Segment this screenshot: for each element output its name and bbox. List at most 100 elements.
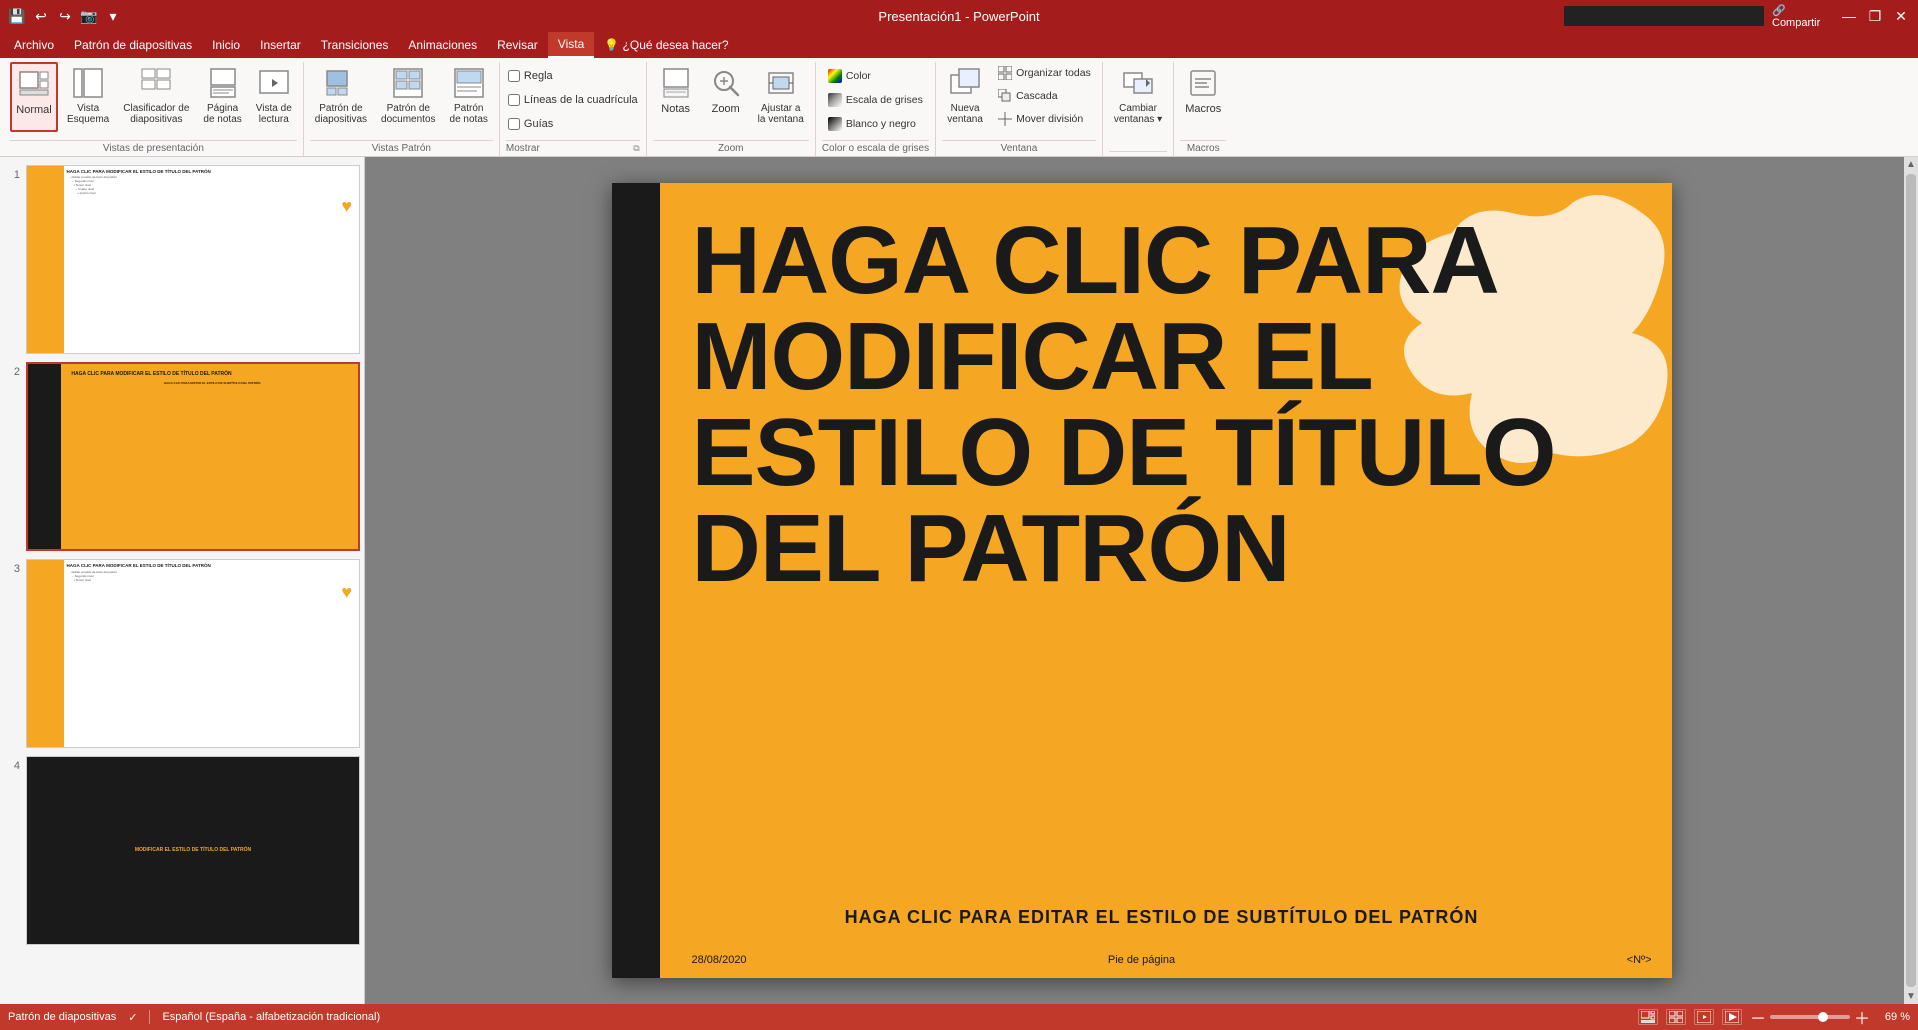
status-bar: Patrón de diapositivas ✓ Español (España… <box>0 1004 1918 1030</box>
ribbon-group-color: Color Escala de grises Blanco y negro Co… <box>816 62 936 156</box>
normal-view-button[interactable]: Normal <box>10 62 58 132</box>
menu-inicio[interactable]: Inicio <box>202 32 250 58</box>
redo-icon[interactable]: ↪ <box>56 7 74 25</box>
menu-transiciones[interactable]: Transiciones <box>311 32 399 58</box>
outline-view-icon <box>70 65 106 101</box>
slide-master-icon <box>323 65 359 101</box>
slide-3-thumbnail[interactable]: HAGA CLIC PARA MODIFICAR EL ESTILO DE TÍ… <box>26 559 360 748</box>
slideshow-status-btn[interactable] <box>1722 1009 1742 1025</box>
minimize-button[interactable]: — <box>1840 7 1858 25</box>
notes-btn[interactable]: Notas <box>653 62 699 132</box>
reading-view-button[interactable]: Vista delectura <box>251 62 297 132</box>
grayscale-btn[interactable]: Escala de grises <box>822 89 928 111</box>
notes-master-icon <box>451 65 487 101</box>
slide-2-thumbnail[interactable]: HAGA CLIC PARA MODIFICAR EL ESTILO DE TÍ… <box>26 362 360 552</box>
slide-master-button[interactable]: Patrón dediapositivas <box>310 62 372 132</box>
scroll-up-btn[interactable]: ▲ <box>1904 157 1918 172</box>
ribbon: Normal VistaEsquema <box>0 58 1918 157</box>
color-btn[interactable]: Color <box>822 65 882 87</box>
slide-main-subtitle[interactable]: HAGA CLIC PARA EDITAR EL ESTILO DE SUBTÍ… <box>692 907 1632 928</box>
screenshot-icon[interactable]: 📷 <box>80 7 98 25</box>
mostrar-label: Mostrar⧉ <box>506 140 640 154</box>
zoom-group-label: Zoom <box>653 140 809 154</box>
slide-master-label: Patrón dediapositivas <box>315 103 367 125</box>
bw-btn[interactable]: Blanco y negro <box>822 113 921 135</box>
new-window-icon <box>947 65 983 101</box>
accessibility-check-icon: ✓ <box>128 1011 137 1024</box>
normal-view-status-btn[interactable] <box>1638 1009 1658 1025</box>
share-button[interactable]: 🔗 Compartir <box>1772 7 1832 25</box>
new-window-btn[interactable]: Nuevaventana <box>942 62 988 132</box>
close-button[interactable]: ✕ <box>1892 7 1910 25</box>
regla-checkbox[interactable] <box>508 70 520 82</box>
menu-vista[interactable]: Vista <box>548 32 594 58</box>
mostrar-expand-icon[interactable]: ⧉ <box>633 143 639 154</box>
slide-sorter-status-btn[interactable] <box>1666 1009 1686 1025</box>
ribbon-group-mostrar: Regla Líneas de la cuadrícula Guías Most… <box>500 62 647 156</box>
slide-thumb-4: 4 MODIFICAR EL ESTILO DE TÍTULO DEL PATR… <box>4 756 360 945</box>
editor-area[interactable]: HAGA CLIC PARA MODIFICAR EL ESTILO DE TÍ… <box>365 157 1918 1004</box>
language-label: Español (España - alfabetización tradici… <box>162 1011 380 1023</box>
cuadricula-check[interactable]: Líneas de la cuadrícula <box>506 90 640 110</box>
slide-num-4: 4 <box>4 760 20 772</box>
cascade-btn[interactable]: Cascada <box>992 85 1096 107</box>
menu-patron[interactable]: Patrón de diapositivas <box>64 32 202 58</box>
status-right: － ＋ 69 % <box>1638 1005 1910 1029</box>
bw-icon <box>827 116 843 132</box>
move-split-btn[interactable]: Mover división <box>992 108 1096 130</box>
fit-window-btn[interactable]: Ajustar ala ventana <box>753 62 809 132</box>
menu-help[interactable]: 💡 ¿Qué desea hacer? <box>594 32 738 58</box>
regla-check[interactable]: Regla <box>506 66 555 86</box>
zoom-out-btn[interactable]: － <box>1750 1005 1766 1029</box>
vertical-scrollbar[interactable]: ▲ ▼ <box>1904 157 1918 1004</box>
restore-button[interactable]: ❐ <box>1866 7 1884 25</box>
zoom-level-label[interactable]: 69 % <box>1874 1011 1910 1023</box>
quick-access-toolbar: 💾 ↩ ↪ 📷 ▾ <box>8 7 122 25</box>
ribbon-group-patron-views: Patrón dediapositivas Patrón dedocumento… <box>304 62 500 156</box>
fit-window-label: Ajustar ala ventana <box>758 103 804 125</box>
reading-view-icon <box>256 65 292 101</box>
zoom-btn[interactable]: Zoom <box>703 62 749 132</box>
undo-icon[interactable]: ↩ <box>32 7 50 25</box>
notes-page-button[interactable]: Páginade notas <box>198 62 246 132</box>
title-bar: 💾 ↩ ↪ 📷 ▾ Presentación1 - PowerPoint 🔗 C… <box>0 0 1918 32</box>
slide-1-thumbnail[interactable]: HAGA CLIC PARA MODIFICAR EL ESTILO DE TÍ… <box>26 165 360 354</box>
main-slide[interactable]: HAGA CLIC PARA MODIFICAR EL ESTILO DE TÍ… <box>612 183 1672 978</box>
normal-view-icon <box>16 66 52 102</box>
color-group-label: Color o escala de grises <box>822 140 929 154</box>
menu-archivo[interactable]: Archivo <box>4 32 64 58</box>
switch-windows-btn[interactable]: Cambiarventanas ▾ <box>1109 62 1167 132</box>
slide-sorter-button[interactable]: Clasificador dediapositivas <box>118 62 194 132</box>
zoom-btn-label: Zoom <box>712 103 740 115</box>
switch-windows-icon <box>1120 65 1156 101</box>
guias-check[interactable]: Guías <box>506 114 555 134</box>
zoom-in-btn[interactable]: ＋ <box>1854 1005 1870 1029</box>
zoom-slider[interactable] <box>1770 1015 1850 1019</box>
menu-revisar[interactable]: Revisar <box>487 32 548 58</box>
cuadricula-checkbox[interactable] <box>508 94 520 106</box>
guias-checkbox[interactable] <box>508 118 520 130</box>
zoom-thumb[interactable] <box>1818 1012 1828 1022</box>
menu-insertar[interactable]: Insertar <box>250 32 311 58</box>
reading-status-btn[interactable] <box>1694 1009 1714 1025</box>
slide-4-thumbnail[interactable]: MODIFICAR EL ESTILO DE TÍTULO DEL PATRÓN <box>26 756 360 945</box>
notes-master-label: Patrónde notas <box>450 103 488 125</box>
notes-master-button[interactable]: Patrónde notas <box>445 62 493 132</box>
customize-icon[interactable]: ▾ <box>104 7 122 25</box>
slide-main-title[interactable]: HAGA CLIC PARA MODIFICAR EL ESTILO DE TÍ… <box>692 213 1632 597</box>
macros-btn[interactable]: Macros <box>1180 62 1226 132</box>
ribbon-group-ventana: Nuevaventana Organizar todas Cascada <box>936 62 1103 156</box>
user-photo-placeholder <box>1564 6 1764 26</box>
handout-master-button[interactable]: Patrón dedocumentos <box>376 62 440 132</box>
scroll-down-btn[interactable]: ▼ <box>1904 989 1918 1004</box>
arrange-all-btn[interactable]: Organizar todas <box>992 62 1096 84</box>
scroll-thumb[interactable] <box>1906 174 1916 987</box>
slide-thumb-1: 1 HAGA CLIC PARA MODIFICAR EL ESTILO DE … <box>4 165 360 354</box>
outline-view-button[interactable]: VistaEsquema <box>62 62 114 132</box>
normal-view-label: Normal <box>16 104 51 116</box>
menu-animaciones[interactable]: Animaciones <box>398 32 487 58</box>
slide-num-2: 2 <box>4 366 20 378</box>
new-window-label: Nuevaventana <box>947 103 983 125</box>
macros-group-label: Macros <box>1180 140 1226 154</box>
save-icon[interactable]: 💾 <box>8 7 26 25</box>
